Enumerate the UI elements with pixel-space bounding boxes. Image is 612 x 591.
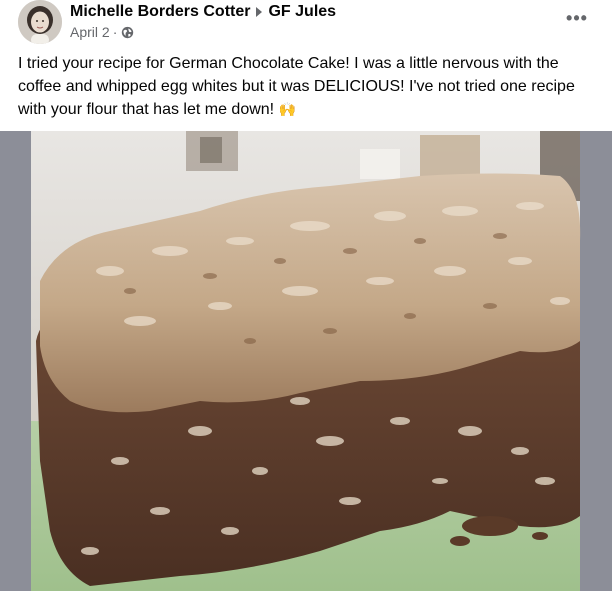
post-date[interactable]: April 2 — [70, 24, 110, 40]
triangle-right-icon — [256, 7, 263, 17]
post-header: Michelle Borders Cotter GF Jules April 2… — [0, 0, 612, 48]
author-name[interactable]: Michelle Borders Cotter — [70, 3, 250, 21]
avatar-image — [18, 0, 62, 44]
post-meta: April 2 · — [70, 23, 134, 41]
more-horizontal-icon: ••• — [566, 7, 588, 28]
raised-hands-emoji: 🙌 — [278, 101, 297, 117]
group-name[interactable]: GF Jules — [268, 3, 336, 21]
cake-photo-image — [0, 131, 612, 591]
post-photo[interactable] — [0, 131, 612, 591]
avatar[interactable] — [18, 0, 62, 44]
author-line: Michelle Borders Cotter GF Jules — [70, 1, 336, 23]
post-text: I tried your recipe for German Chocolate… — [18, 52, 602, 121]
more-options-button[interactable]: ••• — [564, 8, 590, 28]
post-message: I tried your recipe for German Chocolate… — [18, 55, 575, 118]
meta-separator: · — [112, 24, 118, 40]
globe-icon[interactable] — [121, 26, 134, 39]
